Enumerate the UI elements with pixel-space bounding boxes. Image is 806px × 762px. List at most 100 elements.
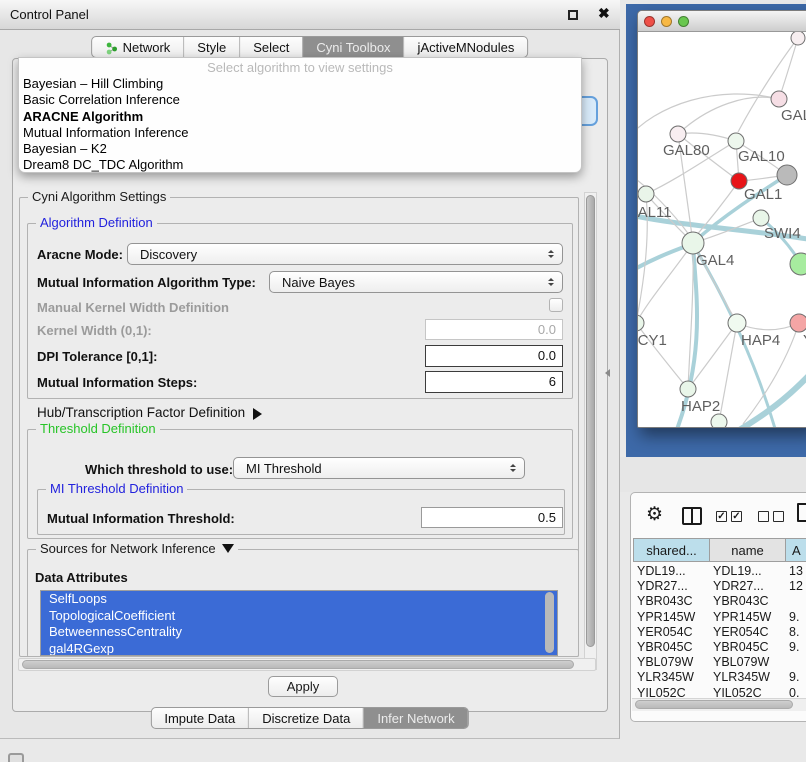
table-cell[interactable]: YBR043C — [713, 594, 785, 609]
network-node[interactable] — [777, 165, 797, 185]
data-attributes-list[interactable]: SelfLoopsTopologicalCoefficientBetweenne… — [40, 590, 558, 656]
window-minimize-button[interactable] — [661, 16, 672, 27]
network-node-y[interactable] — [790, 314, 806, 332]
network-node-gcy1[interactable] — [638, 315, 644, 331]
table-cell[interactable]: YER054C — [637, 625, 709, 640]
network-node-gal7[interactable] — [771, 91, 787, 107]
table-row[interactable]: YBR043C YBR043C — [632, 594, 806, 609]
table-row[interactable]: YBR045C YBR045C 9. — [632, 640, 806, 655]
settings-hscrollbar-thumb[interactable] — [22, 660, 574, 669]
which-threshold-combo[interactable]: MI Threshold — [233, 457, 525, 479]
dropdown-item[interactable]: Mutual Information Inference — [19, 125, 581, 141]
mi-steps-field[interactable]: 6 — [425, 371, 563, 393]
attribute-item[interactable]: BetweennessCentrality — [41, 624, 557, 641]
table-cell[interactable]: YIL052C — [637, 686, 709, 698]
table-cell[interactable]: YBL079W — [637, 655, 709, 670]
tab-jactivemnodules[interactable]: jActiveMNodules — [404, 37, 528, 57]
table-cell[interactable]: YDR27... — [713, 579, 785, 594]
dpi-tolerance-field[interactable]: 0.0 — [425, 345, 563, 367]
table-cell[interactable]: 0. — [789, 686, 806, 698]
checked-box-icon[interactable]: ✓ — [731, 511, 742, 522]
page-icon[interactable] — [797, 503, 806, 522]
table-cell[interactable]: YPR145W — [637, 610, 709, 625]
column-header-cut[interactable]: A — [785, 538, 806, 562]
network-node-hap4[interactable] — [728, 314, 746, 332]
column-header-name[interactable]: name — [709, 538, 786, 562]
settings-vscrollbar-thumb[interactable] — [586, 195, 595, 647]
table-cell[interactable]: 9. — [789, 640, 806, 655]
table-cell[interactable]: YDR27... — [637, 579, 709, 594]
network-view-window[interactable]: GAL7GAL80GAL10GAL1GAL11SWI4GAL4GCY1HAP4Y… — [637, 10, 806, 428]
window-close-button[interactable] — [644, 16, 655, 27]
splitter-handle-icon[interactable] — [601, 369, 610, 377]
table-cell[interactable]: YBL079W — [713, 655, 785, 670]
tab-infer-network[interactable]: Infer Network — [363, 708, 467, 728]
table-cell[interactable]: YPR145W — [713, 610, 785, 625]
table-cell[interactable]: YBR043C — [637, 594, 709, 609]
table-row[interactable]: YBL079W YBL079W — [632, 655, 806, 670]
table-row[interactable]: YLR345W YLR345W 9. — [632, 670, 806, 685]
mi-threshold-field[interactable]: 0.5 — [421, 507, 563, 528]
tab-impute-data[interactable]: Impute Data — [151, 708, 248, 728]
table-cell[interactable]: YER054C — [713, 625, 785, 640]
network-node-hap2[interactable] — [680, 381, 696, 397]
table-row[interactable]: YDR27... YDR27... 12 — [632, 579, 806, 594]
settings-vscrollbar-track[interactable] — [584, 192, 597, 670]
tab-network[interactable]: Network — [92, 37, 184, 57]
unchecked-box-icon[interactable] — [758, 511, 769, 522]
network-node-gal10[interactable] — [728, 133, 744, 149]
columns-icon[interactable] — [682, 507, 702, 525]
kernel-width-field[interactable]: 0.0 — [425, 319, 563, 340]
dropdown-item[interactable]: Bayesian – Hill Climbing — [19, 76, 581, 92]
tab-discretize-data[interactable]: Discretize Data — [248, 708, 363, 728]
table-cell[interactable]: YLR345W — [713, 670, 785, 685]
network-node-gal11[interactable] — [638, 186, 654, 202]
apply-button[interactable]: Apply — [268, 676, 338, 697]
table-hscrollbar-thumb[interactable] — [635, 700, 793, 709]
manual-kernel-checkbox[interactable] — [549, 298, 563, 312]
table-cell[interactable]: YIL052C — [713, 686, 785, 698]
network-canvas[interactable]: GAL7GAL80GAL10GAL1GAL11SWI4GAL4GCY1HAP4Y… — [638, 32, 806, 428]
unchecked-box-icon[interactable] — [773, 511, 784, 522]
gear-icon[interactable]: ⚙ — [646, 503, 663, 526]
network-node[interactable] — [791, 32, 805, 45]
hub-definition-expander[interactable]: Hub/Transcription Factor Definition — [37, 405, 268, 420]
table-cell[interactable]: YLR345W — [637, 670, 709, 685]
dropdown-item[interactable]: Basic Correlation Inference — [19, 92, 581, 108]
window-zoom-button[interactable] — [678, 16, 689, 27]
table-row[interactable]: YIL052C YIL052C 0. — [632, 686, 806, 698]
column-header-shared[interactable]: shared... — [633, 538, 710, 562]
table-cell[interactable]: YBR045C — [637, 640, 709, 655]
tab-select[interactable]: Select — [239, 37, 302, 57]
table-cell[interactable]: YBR045C — [713, 640, 785, 655]
network-window-titlebar[interactable] — [638, 11, 806, 32]
float-panel-icon[interactable] — [568, 10, 578, 20]
network-node[interactable] — [711, 414, 727, 428]
table-cell[interactable]: 8. — [789, 625, 806, 640]
attribute-item[interactable]: gal4RGexp — [41, 641, 557, 657]
table-cell[interactable]: 9. — [789, 610, 806, 625]
tab-cyni-toolbox[interactable]: Cyni Toolbox — [302, 37, 403, 57]
network-node-gal80[interactable] — [670, 126, 686, 142]
dropdown-item[interactable]: Bayesian – K2 — [19, 141, 581, 157]
network-node[interactable] — [790, 253, 806, 275]
table-cell[interactable]: 12 — [789, 579, 806, 594]
dropdown-item[interactable]: ARACNE Algorithm — [19, 109, 581, 125]
table-cell[interactable]: YDL19... — [637, 564, 709, 579]
network-node-swi4[interactable] — [753, 210, 769, 226]
tab-style[interactable]: Style — [183, 37, 239, 57]
table-cell[interactable]: YDL19... — [713, 564, 785, 579]
close-panel-icon[interactable]: ✖ — [598, 5, 610, 22]
aracne-mode-combo[interactable]: Discovery — [127, 243, 563, 265]
dropdown-item[interactable]: Dream8 DC_TDC Algorithm — [19, 157, 581, 173]
table-row[interactable]: YER054C YER054C 8. — [632, 625, 806, 640]
table-cell[interactable]: 9. — [789, 670, 806, 685]
minimized-panel-icon[interactable] — [8, 753, 24, 762]
attribute-item[interactable]: SelfLoops — [41, 591, 557, 608]
attribute-list-scrollbar[interactable] — [545, 592, 554, 653]
network-node-gal4[interactable] — [682, 232, 704, 254]
table-cell[interactable]: 13 — [789, 564, 806, 579]
mi-algorithm-type-combo[interactable]: Naive Bayes — [269, 271, 563, 293]
table-row[interactable]: YPR145W YPR145W 9. — [632, 610, 806, 625]
attribute-item[interactable]: TopologicalCoefficient — [41, 608, 557, 625]
